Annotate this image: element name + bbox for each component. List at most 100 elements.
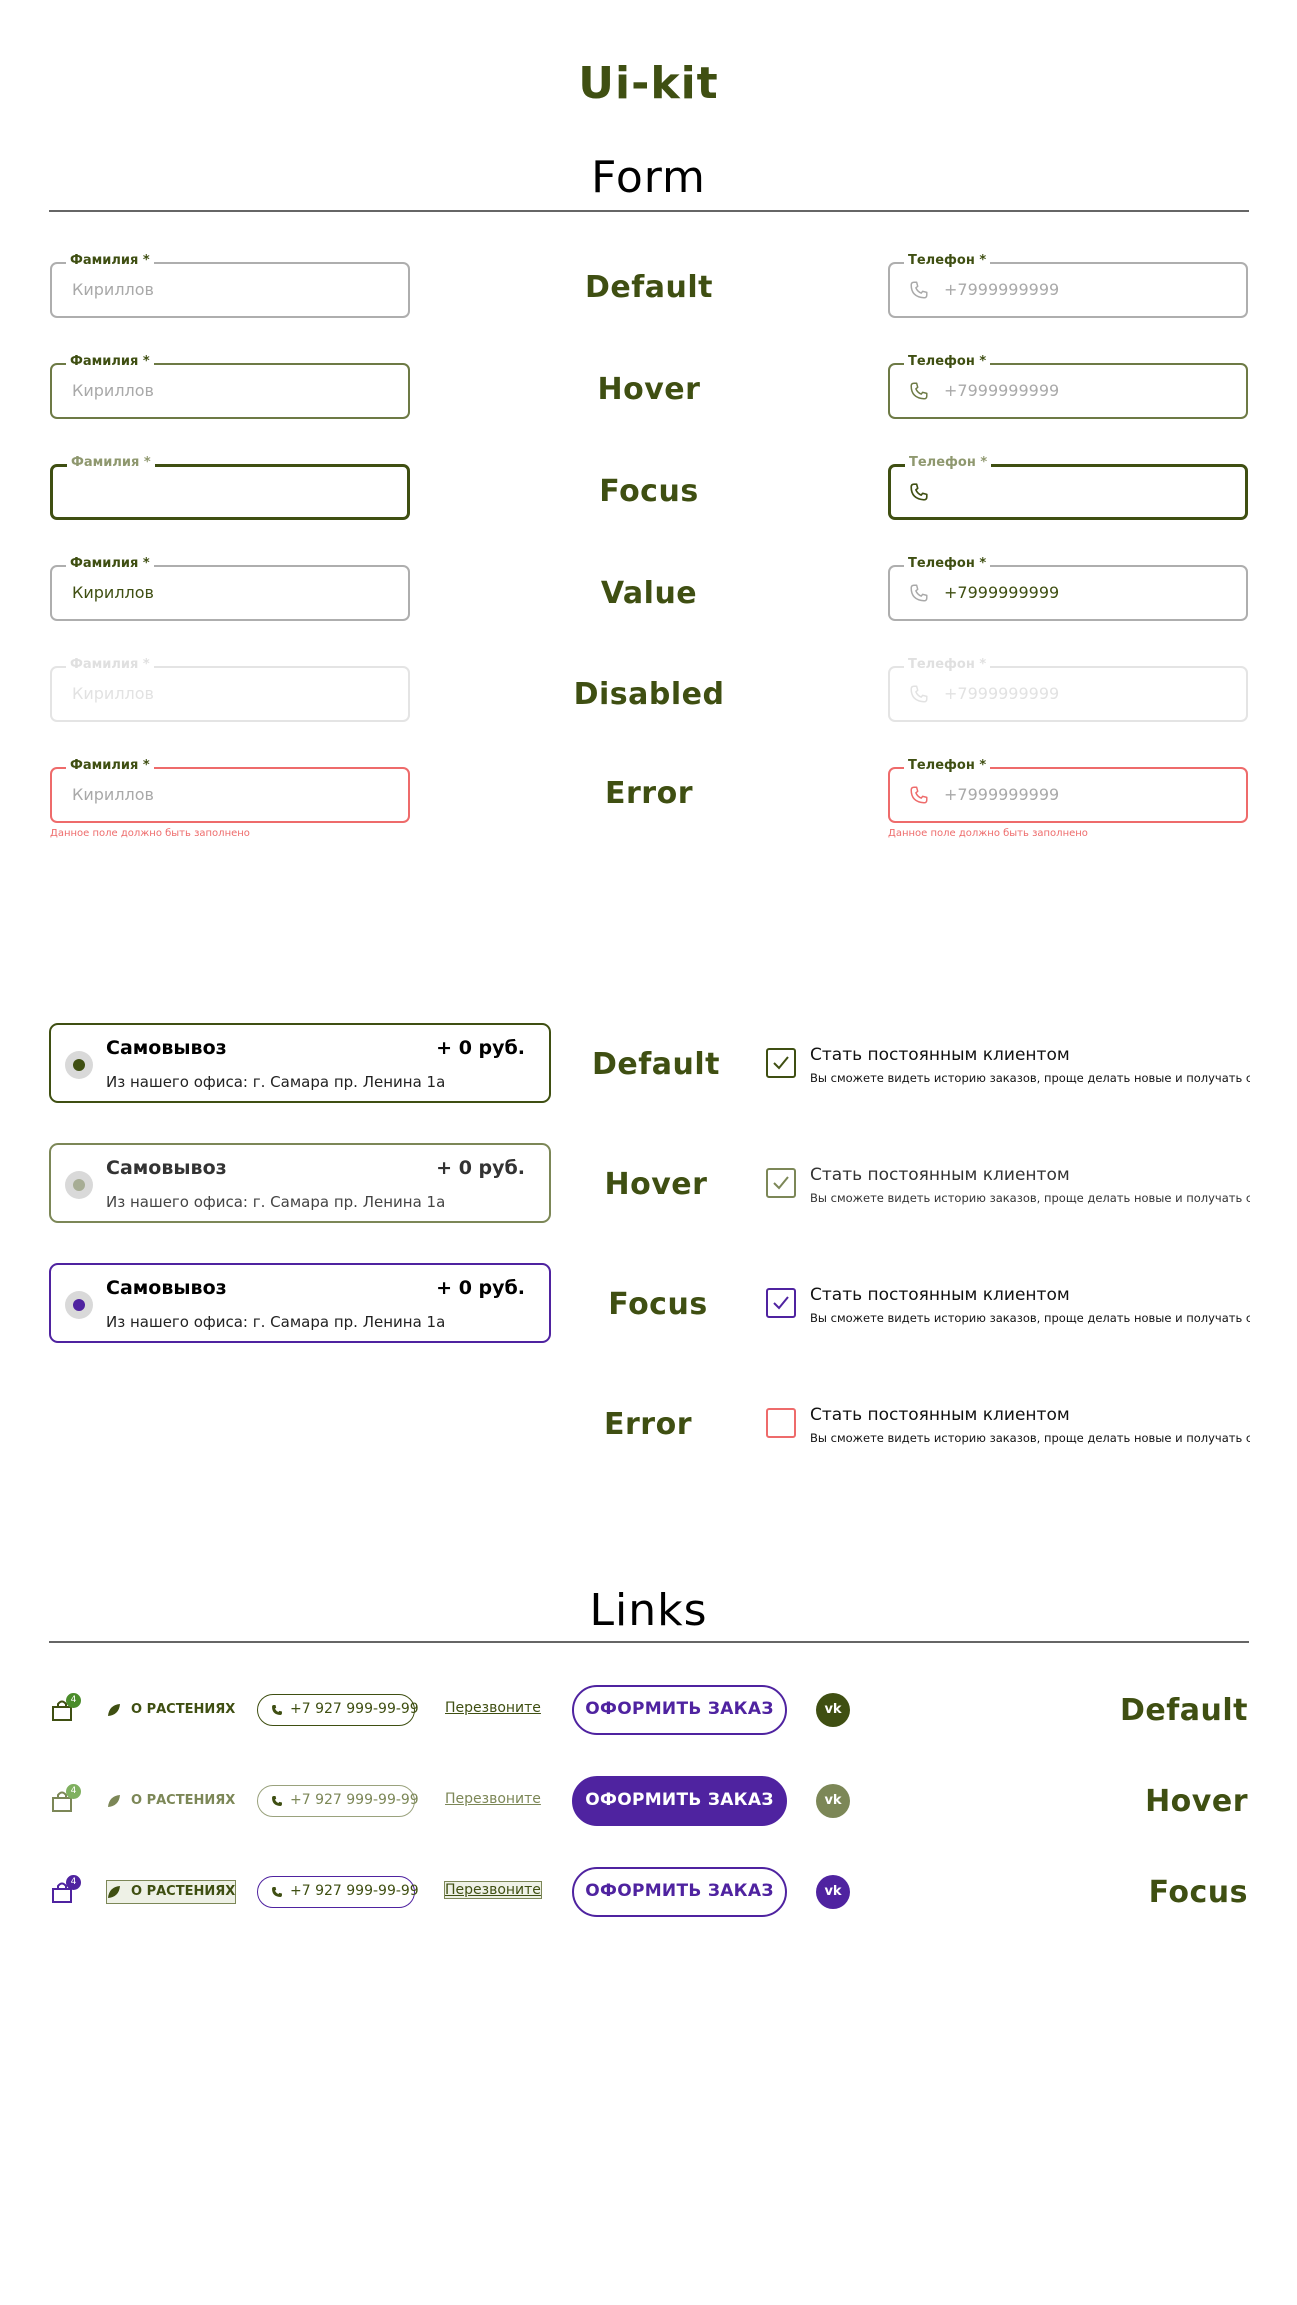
surname-label: Фамилия *	[66, 252, 154, 270]
check-icon	[773, 1296, 789, 1310]
phone-number: +7 927 999-99-99	[290, 1883, 419, 1899]
surname-error-message: Данное поле должно быть заполнено	[50, 828, 250, 839]
phone-value: +7999999999	[944, 583, 1060, 602]
checkbox-title: Стать постоянным клиентом	[810, 1045, 1070, 1065]
surname-label: Фамилия *	[66, 353, 154, 371]
links-state-focus: Focus	[1148, 1875, 1248, 1910]
order-button[interactable]: ОФОРМИТЬ ЗАКАЗ	[572, 1685, 787, 1735]
phone-icon	[910, 483, 928, 501]
state-label-focus: Focus	[599, 474, 699, 509]
form-divider	[49, 210, 1249, 212]
phone-field-disabled: Телефон * +7999999999	[888, 656, 1248, 722]
phone-link[interactable]: +7 927 999-99-99	[257, 1785, 419, 1817]
surname-label: Фамилия *	[66, 757, 154, 775]
state-label-hover: Hover	[597, 372, 701, 407]
radio-button[interactable]	[65, 1291, 93, 1319]
cart-count-badge: 4	[66, 1875, 81, 1890]
phone-number: +7 927 999-99-99	[290, 1701, 419, 1717]
loyalty-checkbox-hover[interactable]	[766, 1168, 796, 1198]
vk-icon[interactable]: vk	[816, 1693, 850, 1727]
callback-link[interactable]: Перезвоните	[445, 1700, 541, 1716]
phone-label: Телефон *	[904, 656, 991, 674]
vk-icon[interactable]: vk	[816, 1875, 850, 1909]
phone-number: +7 927 999-99-99	[290, 1792, 419, 1808]
checkbox-title: Стать постоянным клиентом	[810, 1165, 1070, 1185]
cart-count-badge: 4	[66, 1784, 81, 1799]
links-state-default: Default	[1119, 1693, 1248, 1728]
phone-link[interactable]: +7 927 999-99-99	[257, 1876, 419, 1908]
selection-state-focus: Focus	[608, 1287, 708, 1322]
phone-placeholder: +7999999999	[944, 684, 1060, 703]
pickup-radio-default[interactable]: Самовывоз + 0 руб. Из нашего офиса: г. С…	[49, 1023, 551, 1103]
form-section-title: Form	[591, 152, 706, 203]
pickup-radio-focus[interactable]: Самовывоз + 0 руб. Из нашего офиса: г. С…	[49, 1263, 551, 1343]
phone-field-hover[interactable]: Телефон * +7999999999	[888, 353, 1248, 419]
radio-description: Из нашего офиса: г. Самара пр. Ленина 1а	[106, 1193, 446, 1211]
phone-icon	[910, 786, 928, 804]
loyalty-checkbox-focus[interactable]	[766, 1288, 796, 1318]
selection-state-hover: Hover	[604, 1167, 708, 1202]
phone-icon	[910, 382, 928, 400]
checkbox-description: Вы сможете видеть историю заказов, проще…	[810, 1311, 1250, 1325]
phone-field-error[interactable]: Телефон * +7999999999	[888, 757, 1248, 823]
phone-placeholder: +7999999999	[944, 785, 1060, 804]
phone-icon	[272, 1887, 282, 1897]
surname-label: Фамилия *	[66, 555, 154, 573]
state-label-disabled: Disabled	[573, 677, 725, 712]
order-button[interactable]: ОФОРМИТЬ ЗАКАЗ	[572, 1776, 787, 1826]
surname-field-disabled: Фамилия * Кириллов	[50, 656, 410, 722]
loyalty-checkbox-error[interactable]	[766, 1408, 796, 1438]
radio-price: + 0 руб.	[436, 1157, 525, 1179]
about-plants-link[interactable]: О РАСТЕНИЯХ	[107, 1699, 235, 1721]
pickup-radio-hover[interactable]: Самовывоз + 0 руб. Из нашего офиса: г. С…	[49, 1143, 551, 1223]
surname-field-hover[interactable]: Фамилия * Кириллов	[50, 353, 410, 419]
vk-icon[interactable]: vk	[816, 1784, 850, 1818]
state-label-default: Default	[584, 270, 714, 305]
radio-title: Самовывоз	[106, 1157, 227, 1179]
leaf-icon	[108, 1885, 120, 1898]
phone-field-default[interactable]: Телефон * +7999999999	[888, 252, 1248, 318]
radio-price: + 0 руб.	[436, 1037, 525, 1059]
order-button[interactable]: ОФОРМИТЬ ЗАКАЗ	[572, 1867, 787, 1917]
callback-link[interactable]: Перезвоните	[444, 1881, 542, 1899]
surname-value: Кириллов	[72, 583, 154, 602]
radio-button[interactable]	[65, 1171, 93, 1199]
checkbox-title: Стать постоянным клиентом	[810, 1285, 1070, 1305]
checkbox-description: Вы сможете видеть историю заказов, проще…	[810, 1191, 1250, 1205]
about-plants-label: О РАСТЕНИЯХ	[131, 1884, 236, 1899]
about-plants-link[interactable]: О РАСТЕНИЯХ	[105, 1880, 237, 1904]
phone-link[interactable]: +7 927 999-99-99	[257, 1694, 419, 1726]
page-title: Ui-kit	[578, 58, 719, 109]
about-plants-link[interactable]: О РАСТЕНИЯХ	[107, 1790, 235, 1812]
phone-icon	[910, 685, 928, 703]
loyalty-checkbox-default[interactable]	[766, 1048, 796, 1078]
surname-label: Фамилия *	[66, 656, 154, 674]
radio-button[interactable]	[65, 1051, 93, 1079]
leaf-icon	[108, 1794, 120, 1807]
surname-placeholder: Кириллов	[72, 280, 154, 299]
phone-label: Телефон *	[905, 454, 992, 472]
links-state-hover: Hover	[1145, 1784, 1248, 1819]
surname-placeholder: Кириллов	[72, 684, 154, 703]
surname-field-value[interactable]: Фамилия * Кириллов	[50, 555, 410, 621]
callback-link[interactable]: Перезвоните	[445, 1791, 541, 1807]
about-plants-label: О РАСТЕНИЯХ	[131, 1702, 236, 1717]
phone-icon	[910, 281, 928, 299]
phone-field-focus[interactable]: Телефон *	[888, 454, 1248, 520]
surname-field-default[interactable]: Фамилия * Кириллов	[50, 252, 410, 318]
phone-placeholder: +7999999999	[944, 280, 1060, 299]
phone-field-value[interactable]: Телефон * +7999999999	[888, 555, 1248, 621]
radio-title: Самовывоз	[106, 1037, 227, 1059]
leaf-icon	[108, 1703, 120, 1716]
surname-field-focus[interactable]: Фамилия *	[50, 454, 410, 520]
checkbox-title: Стать постоянным клиентом	[810, 1405, 1070, 1425]
radio-description: Из нашего офиса: г. Самара пр. Ленина 1а	[106, 1073, 446, 1091]
about-plants-label: О РАСТЕНИЯХ	[131, 1793, 236, 1808]
checkbox-description: Вы сможете видеть историю заказов, проще…	[810, 1431, 1250, 1445]
cart-count-badge: 4	[66, 1693, 81, 1708]
surname-field-error[interactable]: Фамилия * Кириллов	[50, 757, 410, 823]
radio-price: + 0 руб.	[436, 1277, 525, 1299]
phone-label: Телефон *	[904, 555, 991, 573]
state-label-error: Error	[605, 776, 693, 811]
phone-error-message: Данное поле должно быть заполнено	[888, 828, 1088, 839]
